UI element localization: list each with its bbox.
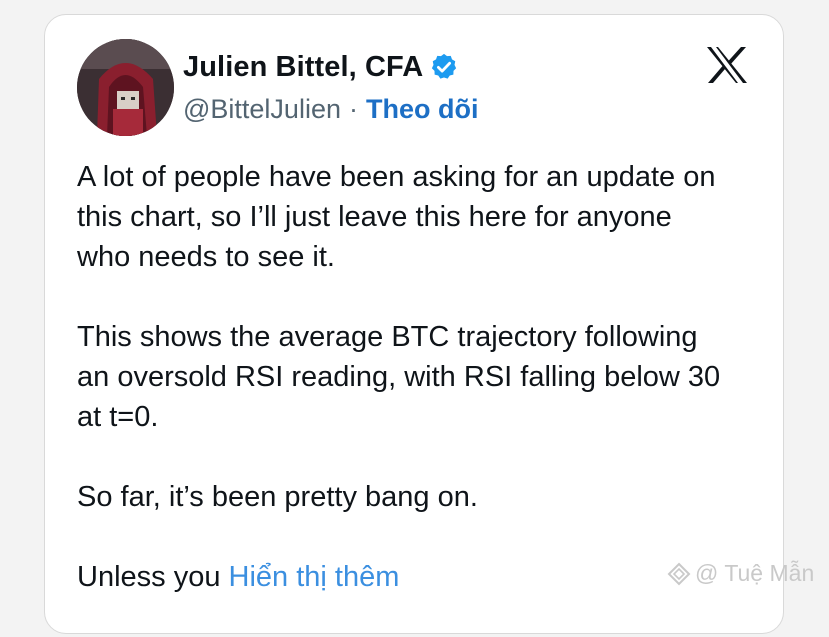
watermark-text: @ Tuệ Mẫn [695,560,815,586]
tweet-last-line-text: Unless you [77,561,229,593]
hooded-figure-avatar-icon [77,39,174,136]
show-more-link[interactable]: Hiển thị thêm [229,561,400,593]
author-handle-row: @BittelJulien · Theo dõi [183,91,478,127]
verified-badge-icon [429,52,459,82]
follow-button[interactable]: Theo dõi [366,94,478,125]
author-display-name[interactable]: Julien Bittel, CFA [183,51,423,84]
x-logo-icon[interactable] [705,45,749,85]
separator-dot: · [348,93,358,124]
tweet-card: Julien Bittel, CFA @BittelJulien · Theo … [44,14,784,634]
tweet-paragraph: This shows the average BTC trajectory fo… [77,321,721,433]
diamond-logo-icon [667,562,691,586]
tweet-paragraph: So far, it’s been pretty bang on. [77,481,478,513]
tweet-paragraph: A lot of people have been asking for an … [77,161,716,273]
author-handle[interactable]: @BittelJulien [183,94,341,125]
tweet-last-line: Unless you Hiển thị thêm [77,557,767,597]
author-name-row: Julien Bittel, CFA [183,49,459,85]
watermark: @ Tuệ Mẫn [667,560,814,587]
avatar[interactable] [77,39,174,136]
tweet-text: A lot of people have been asking for an … [77,157,767,637]
